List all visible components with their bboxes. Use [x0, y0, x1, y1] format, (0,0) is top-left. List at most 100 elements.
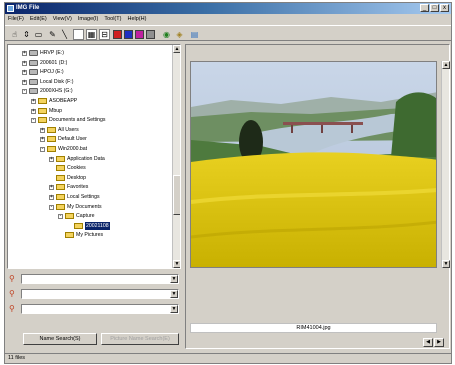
tree-item-label: Favorites — [67, 184, 89, 191]
tree-item-label: Win2000.bat — [58, 146, 88, 152]
crop-icon[interactable]: ⊟ — [99, 29, 110, 40]
collapse-icon[interactable]: - — [40, 147, 45, 152]
preview-scrollbar[interactable]: ▲ ▼ — [441, 61, 450, 268]
expand-icon[interactable]: + — [22, 79, 27, 85]
menu-help[interactable]: Help(H) — [127, 15, 146, 24]
magenta-color-icon[interactable] — [135, 30, 144, 39]
folder-icon — [56, 194, 65, 200]
minimize-button[interactable]: _ — [420, 4, 429, 12]
folder-icon — [65, 213, 74, 220]
scroll-down-icon[interactable]: ▼ — [173, 260, 180, 268]
menu-bar: File(F) Edit(E) View(V) Image(I) Tool(T)… — [5, 15, 451, 24]
picture-search-button[interactable]: Picture Name Search(E) — [101, 333, 179, 345]
folder-icon — [56, 203, 65, 210]
red-color-icon[interactable] — [113, 30, 122, 39]
expand-icon[interactable]: + — [22, 60, 27, 66]
scroll-down-icon[interactable]: ▼ — [442, 260, 450, 268]
tree-item-label: Local Settings — [67, 194, 100, 200]
name-search-button[interactable]: Name Search(S) — [23, 333, 97, 345]
menu-tool[interactable]: Tool(T) — [104, 15, 121, 24]
collapse-icon[interactable]: - — [49, 204, 54, 210]
folder-icon — [56, 165, 65, 172]
grid-icon[interactable]: ▦ — [86, 29, 97, 40]
tree-item-label: Application Data — [67, 155, 105, 162]
search-key-icon: ⚲ — [9, 274, 15, 283]
expand-icon[interactable]: + — [49, 185, 54, 191]
folder-icon — [47, 146, 56, 152]
expand-icon[interactable]: + — [22, 70, 27, 76]
expand-icon[interactable]: + — [22, 51, 27, 56]
drive-icon — [29, 50, 38, 56]
drive-icon — [29, 59, 38, 66]
print-icon[interactable]: ◈ — [174, 29, 185, 40]
tree-scrollbar[interactable]: ▲ ▼ — [172, 45, 180, 268]
collapse-icon[interactable]: - — [58, 214, 63, 220]
search-input-3[interactable]: ▼ — [21, 304, 179, 314]
folder-icon — [56, 155, 65, 162]
next-image-icon[interactable]: ▶ — [434, 338, 444, 347]
search-panel: ⚲ ▼ ⚲ ▼ ⚲ ▼ Name Search(S) Picture Name … — [7, 271, 181, 349]
blue-color-icon[interactable] — [124, 30, 133, 39]
expand-icon[interactable]: + — [49, 195, 54, 200]
title-bar[interactable]: IMG File _ □ x — [5, 3, 451, 14]
search-key-icon: ⚲ — [9, 289, 15, 298]
expand-icon[interactable]: + — [40, 127, 45, 133]
search-input-1[interactable]: ▼ — [21, 274, 179, 284]
select-tool-icon[interactable]: ⇕ — [21, 29, 32, 40]
prev-image-icon[interactable]: ◀ — [423, 338, 433, 347]
line-icon[interactable]: ╲ — [59, 29, 70, 40]
menu-file[interactable]: File(F) — [8, 15, 24, 24]
window-title: IMG File — [16, 5, 40, 11]
folder-icon — [38, 98, 47, 104]
expand-icon[interactable]: + — [49, 156, 54, 162]
expand-icon[interactable]: + — [31, 108, 36, 114]
chevron-down-icon[interactable]: ▼ — [170, 275, 178, 283]
scroll-up-icon[interactable]: ▲ — [173, 45, 180, 53]
scanner-icon[interactable]: ◉ — [161, 29, 172, 40]
expand-icon[interactable]: + — [31, 99, 36, 104]
tree-item-label: Default User — [58, 136, 87, 143]
expand-icon[interactable]: + — [40, 137, 45, 143]
tree-item-label: All Users — [58, 126, 79, 133]
folder-icon — [56, 174, 65, 181]
folder-icon — [38, 107, 47, 114]
tree-item-label: HPOJ (E:) — [40, 69, 64, 76]
menu-edit[interactable]: Edit(E) — [30, 15, 47, 24]
preview-pane: ▲ ▼ RIM41004.jpg ◀ ▶ — [185, 44, 450, 349]
chevron-down-icon[interactable]: ▼ — [170, 305, 178, 313]
scroll-thumb[interactable] — [173, 175, 180, 215]
toolbar: ☝ ⇕ ▭ ✎ ╲ ▦ ⊟ ◉ ◈ ▤ — [5, 25, 451, 41]
pen-icon[interactable]: ✎ — [47, 29, 58, 40]
folder-tree[interactable]: ▲ ▼ + HRVP (E:) +200601 (D:) + HPOJ (E:) + Loc… — [7, 44, 181, 269]
scroll-up-icon[interactable]: ▲ — [442, 61, 450, 69]
tree-item-label: HRVP (E:) — [40, 50, 65, 56]
search-input-2[interactable]: ▼ — [21, 289, 179, 299]
menu-view[interactable]: View(V) — [53, 15, 72, 24]
folder-icon — [56, 184, 65, 191]
drive-icon — [29, 69, 38, 76]
gray-color-icon[interactable] — [146, 30, 155, 39]
tree-item-label: Mbup — [49, 107, 62, 114]
app-window: IMG File _ □ x File(F) Edit(E) View(V) I… — [4, 2, 452, 364]
menu-image[interactable]: Image(I) — [78, 15, 98, 24]
tree-item-label: Documents and Settings — [49, 117, 106, 124]
maximize-button[interactable]: □ — [430, 4, 439, 12]
status-bar: 11 files — [5, 353, 451, 363]
folder-icon — [38, 117, 47, 124]
rectangle-icon[interactable] — [73, 29, 84, 40]
drive-icon — [29, 78, 38, 85]
settings-icon[interactable]: ▤ — [189, 29, 200, 40]
tree-item-label: Local Disk (F:) — [40, 78, 74, 85]
search-row-2: ⚲ ▼ — [7, 288, 181, 300]
close-button[interactable]: x — [440, 4, 449, 12]
folder-icon — [74, 222, 83, 229]
collapse-icon[interactable]: - — [22, 89, 27, 95]
tree-item-label: My Documents — [67, 203, 102, 210]
tree-item-label: ASOBEAPP — [49, 98, 78, 104]
hand-pointer-icon[interactable]: ☝ — [9, 29, 20, 40]
chevron-down-icon[interactable]: ▼ — [170, 290, 178, 298]
preview-image[interactable] — [190, 61, 437, 268]
open-folder-icon[interactable]: ▭ — [33, 29, 44, 40]
collapse-icon[interactable]: - — [31, 118, 36, 124]
drive-icon — [29, 88, 38, 95]
